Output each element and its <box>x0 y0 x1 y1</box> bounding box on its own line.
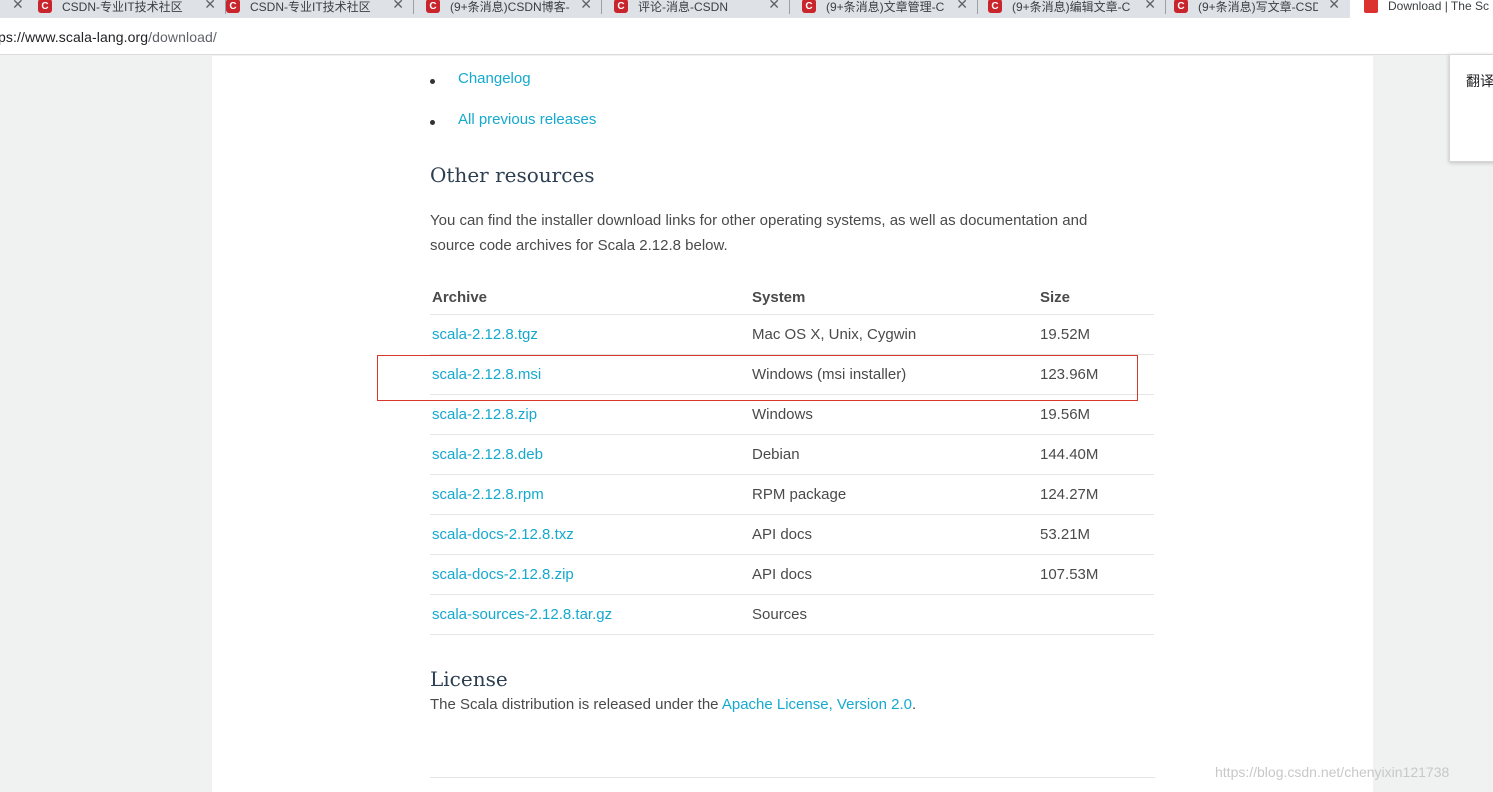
table-row: scala-2.12.8.tgz Mac OS X, Unix, Cygwin … <box>430 314 1154 355</box>
translate-popup[interactable]: 翻译 <box>1449 54 1493 162</box>
close-icon[interactable]: ✕ <box>392 0 404 13</box>
size-cell: 19.52M <box>1038 314 1154 355</box>
license-text-before: The Scala distribution is released under… <box>430 696 722 713</box>
column-header-archive: Archive <box>430 282 750 315</box>
license-text-after: . <box>911 696 917 713</box>
csdn-favicon-icon: C <box>426 0 440 13</box>
tab-title: (9+条消息)CSDN博客- <box>450 0 570 14</box>
scala-favicon-icon <box>1364 0 1378 13</box>
csdn-favicon-icon: C <box>802 0 816 13</box>
browser-tab[interactable]: C (9+条消息)写文章-CSD ✕ <box>1166 0 1350 18</box>
page-content-area: Changelog All previous releases Other re… <box>212 56 1373 792</box>
csdn-favicon-icon: C <box>38 0 52 13</box>
browser-tab[interactable]: C (9+条消息)CSDN博客- ✕ <box>414 0 602 18</box>
annotation-highlight-box <box>377 355 1138 401</box>
system-cell: API docs <box>750 514 1038 555</box>
divider <box>430 777 1155 778</box>
close-icon[interactable]: ✕ <box>12 0 24 13</box>
resource-links-list: Changelog All previous releases <box>430 70 596 152</box>
watermark-text: https://blog.csdn.net/chenyixin121738 <box>1215 764 1450 780</box>
url-path: /download/ <box>148 29 217 45</box>
tab-strip: ✕ C CSDN-专业IT技术社区 ✕ C CSDN-专业IT技术社区 ✕ C … <box>0 0 1493 18</box>
archive-cell: scala-sources-2.12.8.tar.gz <box>430 594 750 635</box>
archive-link[interactable]: scala-docs-2.12.8.zip <box>432 566 574 583</box>
changelog-link[interactable]: Changelog <box>458 70 531 87</box>
csdn-favicon-icon: C <box>988 0 1002 13</box>
column-header-size: Size <box>1038 282 1154 315</box>
close-icon[interactable]: ✕ <box>1328 0 1340 13</box>
browser-tab[interactable]: C (9+条消息)文章管理-C ✕ <box>790 0 978 18</box>
size-cell <box>1038 594 1154 635</box>
translate-label[interactable]: 翻译 <box>1466 71 1493 91</box>
archive-link[interactable]: scala-2.12.8.deb <box>432 446 543 463</box>
tab-title: CSDN-专业IT技术社区 <box>250 0 371 14</box>
close-icon[interactable]: ✕ <box>956 0 968 13</box>
archive-link[interactable]: scala-2.12.8.rpm <box>432 486 544 503</box>
system-cell: Mac OS X, Unix, Cygwin <box>750 314 1038 355</box>
tab-title: CSDN-专业IT技术社区 <box>62 0 183 14</box>
browser-tab[interactable]: C CSDN-专业IT技术社区 ✕ <box>38 0 226 18</box>
archive-cell: scala-docs-2.12.8.zip <box>430 554 750 595</box>
apache-license-link[interactable]: Apache License, Version 2.0 <box>722 696 912 713</box>
tab-title: 评论-消息-CSDN <box>638 0 728 14</box>
csdn-favicon-icon: C <box>1174 0 1188 13</box>
tab-title: (9+条消息)文章管理-C <box>826 0 945 14</box>
table-row: scala-docs-2.12.8.zip API docs 107.53M <box>430 554 1154 595</box>
table-header-row: Archive System Size <box>430 282 1154 315</box>
tab-title: (9+条消息)写文章-CSD <box>1198 0 1318 14</box>
downloads-table: Archive System Size scala-2.12.8.tgz Mac… <box>430 282 1154 635</box>
close-icon[interactable]: ✕ <box>1144 0 1156 13</box>
previous-releases-link[interactable]: All previous releases <box>458 111 596 128</box>
column-header-system: System <box>750 282 1038 315</box>
archive-link[interactable]: scala-sources-2.12.8.tar.gz <box>432 606 612 623</box>
table-row: scala-2.12.8.deb Debian 144.40M <box>430 434 1154 475</box>
tab-title: Download | The Sc <box>1388 0 1489 13</box>
table-row: scala-sources-2.12.8.tar.gz Sources <box>430 594 1154 635</box>
system-cell: API docs <box>750 554 1038 595</box>
size-cell: 124.27M <box>1038 474 1154 515</box>
table-row: scala-2.12.8.rpm RPM package 124.27M <box>430 474 1154 515</box>
archive-link[interactable]: scala-2.12.8.tgz <box>432 326 538 343</box>
list-item: All previous releases <box>430 111 596 152</box>
list-item: Changelog <box>430 70 596 111</box>
table-row: scala-docs-2.12.8.txz API docs 53.21M <box>430 514 1154 555</box>
system-cell: RPM package <box>750 474 1038 515</box>
bullet-icon <box>430 79 435 84</box>
archive-cell: scala-2.12.8.rpm <box>430 474 750 515</box>
archive-link[interactable]: scala-docs-2.12.8.txz <box>432 526 574 543</box>
archive-cell: scala-2.12.8.deb <box>430 434 750 475</box>
close-icon[interactable]: ✕ <box>204 0 216 13</box>
archive-cell: scala-2.12.8.tgz <box>430 314 750 355</box>
url-text[interactable]: tps://www.scala-lang.org/download/ <box>0 29 217 45</box>
system-cell: Debian <box>750 434 1038 475</box>
browser-tab[interactable]: C 评论-消息-CSDN ✕ <box>602 0 790 18</box>
size-cell: 107.53M <box>1038 554 1154 595</box>
close-icon[interactable]: ✕ <box>768 0 780 13</box>
browser-tab[interactable]: C CSDN-专业IT技术社区 ✕ <box>226 0 414 18</box>
csdn-favicon-icon: C <box>614 0 628 13</box>
license-heading: License <box>430 667 508 691</box>
other-resources-heading: Other resources <box>430 163 595 187</box>
size-cell: 53.21M <box>1038 514 1154 555</box>
bullet-icon <box>430 120 435 125</box>
archive-cell: scala-docs-2.12.8.txz <box>430 514 750 555</box>
csdn-favicon-icon: C <box>226 0 240 13</box>
tab-title: (9+条消息)编辑文章-C <box>1012 0 1131 14</box>
browser-tab[interactable]: C (9+条消息)编辑文章-C ✕ <box>978 0 1166 18</box>
size-cell: 144.40M <box>1038 434 1154 475</box>
close-icon[interactable]: ✕ <box>580 0 592 13</box>
other-resources-description: You can find the installer download link… <box>430 212 1088 254</box>
license-text: The Scala distribution is released under… <box>430 696 916 713</box>
archive-link[interactable]: scala-2.12.8.zip <box>432 406 537 423</box>
browser-tab-active[interactable]: Download | The Sc <box>1350 0 1493 18</box>
system-cell: Sources <box>750 594 1038 635</box>
url-host: tps://www.scala-lang.org <box>0 29 149 45</box>
address-bar[interactable]: tps://www.scala-lang.org/download/ <box>0 18 1493 55</box>
